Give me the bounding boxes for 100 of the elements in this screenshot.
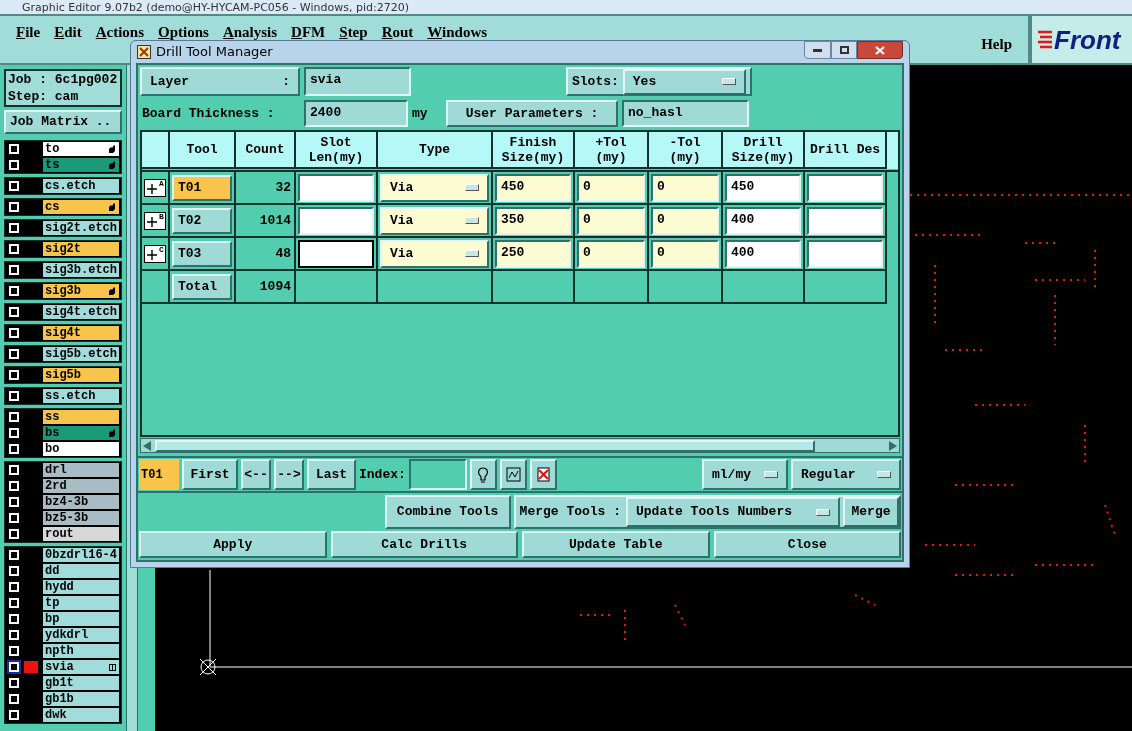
drill-size-field[interactable]: 450 (725, 173, 801, 202)
checkbox[interactable] (7, 158, 21, 172)
plus-tolerance-field[interactable]: 0 (577, 206, 645, 235)
mode-dropdown[interactable]: Regular (791, 459, 901, 490)
minimize-button[interactable] (804, 41, 831, 59)
minus-tolerance-field[interactable]: 0 (651, 206, 719, 235)
delete-button[interactable] (529, 459, 557, 490)
tool-button[interactable]: T01 (172, 174, 232, 201)
action-button[interactable]: Apply (139, 531, 327, 558)
checkbox[interactable] (7, 284, 21, 298)
layer-name[interactable]: dd (43, 564, 119, 578)
layer-field[interactable]: svia (304, 67, 411, 96)
layer-name[interactable]: ss (43, 410, 119, 424)
layer-name[interactable]: sig2t.etch (43, 221, 119, 235)
expand-button[interactable]: B (144, 211, 166, 230)
minus-tolerance-field[interactable]: 0 (651, 239, 719, 268)
checkbox[interactable] (7, 442, 21, 456)
type-dropdown[interactable]: Via (380, 206, 489, 235)
layer-name[interactable]: to (43, 142, 119, 156)
finish-size-field[interactable]: 250 (495, 239, 571, 268)
layer-name[interactable]: bs (43, 426, 119, 440)
graph-button[interactable] (499, 459, 527, 490)
menu-item[interactable]: Analysis (222, 21, 278, 44)
checkbox[interactable] (7, 596, 21, 610)
slot-length-field[interactable] (298, 173, 374, 202)
checkbox[interactable] (7, 692, 21, 706)
slot-length-field[interactable] (298, 206, 374, 235)
layer-name[interactable]: bp (43, 612, 119, 626)
layer-name[interactable]: cs (43, 200, 119, 214)
layer-button[interactable]: Layer : (140, 67, 300, 96)
checkbox[interactable] (7, 644, 21, 658)
layer-name[interactable]: sig3b (43, 284, 119, 298)
minus-tolerance-field[interactable]: 0 (651, 173, 719, 202)
layer-name[interactable]: gb1b (43, 692, 119, 706)
layer-name[interactable]: ydkdrl (43, 628, 119, 642)
expand-button[interactable]: A (144, 178, 166, 197)
checkbox[interactable] (7, 463, 21, 477)
checkbox[interactable] (7, 495, 21, 509)
drill-designation-field[interactable] (807, 206, 883, 235)
menu-item[interactable]: File (16, 21, 41, 44)
layer-name[interactable]: bz5-3b (43, 511, 119, 525)
drill-designation-field[interactable] (807, 239, 883, 268)
tool-button[interactable]: T03 (172, 240, 232, 267)
checkbox[interactable] (7, 612, 21, 626)
expand-button[interactable]: C (144, 244, 166, 263)
menu-item[interactable]: Rout (381, 21, 414, 44)
layer-name[interactable]: tp (43, 596, 119, 610)
bulb-button[interactable] (469, 459, 497, 490)
checkbox[interactable] (7, 221, 21, 235)
layer-name[interactable]: svia (43, 660, 119, 674)
scroll-thumb[interactable] (155, 439, 815, 452)
navigation-button[interactable]: --> (274, 459, 304, 490)
menu-item[interactable]: Windows (427, 21, 488, 44)
checkbox[interactable] (7, 676, 21, 690)
type-dropdown[interactable]: Via (380, 239, 489, 268)
plus-tolerance-field[interactable]: 0 (577, 239, 645, 268)
checkbox[interactable] (7, 368, 21, 382)
action-button[interactable]: Update Table (522, 531, 710, 558)
index-field[interactable] (408, 459, 467, 490)
layer-name[interactable]: hydd (43, 580, 119, 594)
navigation-button[interactable]: Last (307, 459, 356, 490)
checkbox[interactable] (7, 305, 21, 319)
layer-name[interactable]: sig4t (43, 326, 119, 340)
menu-item[interactable]: Edit (54, 21, 82, 44)
checkbox[interactable] (7, 142, 21, 156)
user-parameters-field[interactable]: no_hasl (622, 100, 749, 127)
layer-row[interactable]: svia (5, 659, 121, 675)
layer-name[interactable]: gb1t (43, 676, 119, 690)
layer-name[interactable]: dwk (43, 708, 119, 722)
checkbox[interactable] (7, 580, 21, 594)
merge-button[interactable]: Merge (843, 497, 899, 527)
checkbox[interactable] (7, 200, 21, 214)
checkbox[interactable] (7, 426, 21, 440)
checkbox[interactable] (7, 479, 21, 493)
layer-name[interactable]: sig3b.etch (43, 263, 119, 277)
layer-name[interactable]: sig5b.etch (43, 347, 119, 361)
checkbox[interactable] (7, 708, 21, 722)
menu-item[interactable]: Step (339, 21, 368, 44)
layer-name[interactable]: sig2t (43, 242, 119, 256)
merge-mode-dropdown[interactable]: Update Tools Numbers (626, 497, 840, 527)
checkbox[interactable] (7, 347, 21, 361)
plus-tolerance-field[interactable]: 0 (577, 173, 645, 202)
checkbox[interactable] (7, 548, 21, 562)
drill-designation-field[interactable] (807, 173, 883, 202)
layer-name[interactable]: drl (43, 463, 119, 477)
menu-item[interactable]: DFM (291, 21, 326, 44)
checkbox[interactable] (7, 527, 21, 541)
layer-name[interactable]: sig5b (43, 368, 119, 382)
checkbox[interactable] (7, 179, 21, 193)
layer-name[interactable]: rout (43, 527, 119, 541)
type-dropdown[interactable]: Via (380, 173, 489, 202)
checkbox[interactable] (7, 511, 21, 525)
horizontal-scrollbar[interactable] (140, 438, 900, 453)
layer-name[interactable]: bo (43, 442, 119, 456)
menu-item[interactable]: Actions (95, 21, 145, 44)
finish-size-field[interactable]: 450 (495, 173, 571, 202)
maximize-button[interactable] (831, 41, 857, 59)
total-button[interactable]: Total (172, 273, 232, 300)
checkbox[interactable] (7, 410, 21, 424)
layer-name[interactable]: sig4t.etch (43, 305, 119, 319)
